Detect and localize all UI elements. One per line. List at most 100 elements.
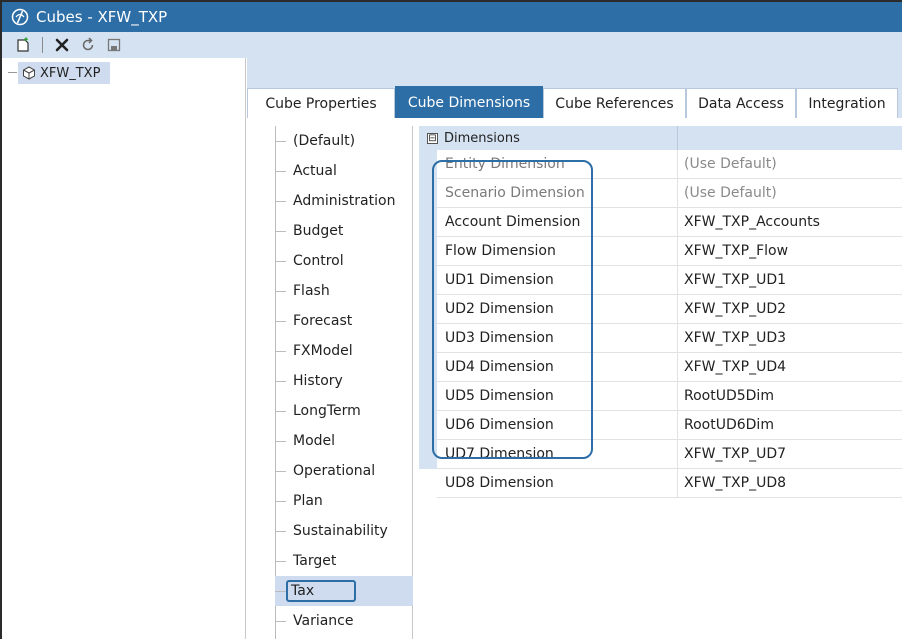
scenario-type-label: Target [293, 553, 337, 569]
grid-row-key: Scenario Dimension [445, 185, 585, 201]
grid-row[interactable]: UD7 Dimension XFW_TXP_UD7 [437, 439, 902, 469]
grid-indent-strip [419, 150, 437, 469]
tree-connector [275, 621, 286, 622]
tab-label: Data Access [698, 95, 784, 112]
scenario-type-item[interactable]: Tax [275, 576, 413, 606]
tree-connector [275, 441, 286, 442]
scenario-type-label: Plan [293, 493, 323, 509]
tree-connector [275, 351, 286, 352]
tree-item-cube[interactable]: XFW_TXP [8, 62, 111, 84]
tree-connector [275, 261, 286, 262]
scenario-type-label: Forecast [293, 313, 353, 329]
toolbar-separator [42, 37, 43, 53]
tree-connector [275, 531, 286, 532]
tree-connector [275, 141, 286, 142]
window-title: Cubes - XFW_TXP [36, 8, 168, 26]
scenario-type-item[interactable]: Model [275, 426, 413, 456]
grid-row[interactable]: Entity Dimension (Use Default) [437, 149, 902, 179]
scenario-type-label: Model [293, 433, 336, 449]
tab-cube-references[interactable]: Cube References [543, 88, 686, 118]
app-logo-icon [10, 7, 30, 27]
grid-row-key: UD7 Dimension [445, 446, 554, 462]
grid-row-value[interactable]: RootUD5Dim [677, 381, 902, 411]
scenario-type-label: (Default) [293, 133, 356, 149]
grid-row[interactable]: UD3 Dimension XFW_TXP_UD3 [437, 323, 902, 353]
grid-row[interactable]: UD6 Dimension RootUD6Dim [437, 410, 902, 440]
scenario-type-item[interactable]: FXModel [275, 336, 413, 366]
scenario-type-label: Variance [293, 613, 354, 629]
scenario-type-item[interactable]: Operational [275, 456, 413, 486]
save-icon[interactable] [103, 35, 125, 55]
scenario-type-item[interactable]: Administration [275, 186, 413, 216]
tree-connector [275, 501, 286, 502]
new-icon[interactable] [12, 35, 34, 55]
scenario-type-label: Sustainability [293, 523, 388, 539]
grid-row-key: UD8 Dimension [445, 475, 554, 491]
grid-row-value[interactable]: XFW_TXP_UD4 [677, 352, 902, 382]
grid-row-value[interactable]: (Use Default) [677, 178, 902, 208]
grid-row-value[interactable]: (Use Default) [677, 149, 902, 179]
grid-row-value[interactable]: XFW_TXP_UD1 [677, 265, 902, 295]
collapse-icon[interactable]: ⊟ [427, 132, 438, 144]
grid-row-key: Entity Dimension [445, 156, 565, 172]
tree-connector [275, 231, 286, 232]
scenario-type-item[interactable]: Forecast [275, 306, 413, 336]
tab-cube-properties[interactable]: Cube Properties [247, 88, 395, 118]
scenario-type-label: Budget [293, 223, 344, 239]
grid-row-value[interactable]: XFW_TXP_UD7 [677, 439, 902, 469]
tab-content: (Default) Actual Administration Budget Contr… [247, 118, 902, 639]
scenario-type-item[interactable]: Control [275, 246, 413, 276]
tab-integration[interactable]: Integration [796, 88, 898, 118]
scenario-type-label: History [293, 373, 343, 389]
scenario-type-item[interactable]: Sustainability [275, 516, 413, 546]
grid-row-key: UD1 Dimension [445, 272, 554, 288]
tree-connector [8, 72, 17, 73]
grid-row[interactable]: UD1 Dimension XFW_TXP_UD1 [437, 265, 902, 295]
scenario-type-item[interactable]: Flash [275, 276, 413, 306]
scenario-type-item[interactable]: History [275, 366, 413, 396]
tab-cube-dimensions[interactable]: Cube Dimensions [395, 86, 543, 118]
tab-label: Cube Dimensions [407, 94, 531, 111]
scenario-type-label: Actual [293, 163, 337, 179]
scenario-type-list: (Default) Actual Administration Budget Contr… [260, 126, 413, 639]
scenario-type-label: FXModel [293, 343, 353, 359]
scenario-type-item[interactable]: Actual [275, 156, 413, 186]
grid-row[interactable]: UD5 Dimension RootUD5Dim [437, 381, 902, 411]
tab-label: Cube References [555, 95, 674, 112]
scenario-type-label: Operational [293, 463, 376, 479]
grid-row-key: UD5 Dimension [445, 388, 554, 404]
scenario-type-item[interactable]: LongTerm [275, 396, 413, 426]
grid-row[interactable]: Account Dimension XFW_TXP_Accounts [437, 207, 902, 237]
grid-row[interactable]: Scenario Dimension (Use Default) [437, 178, 902, 208]
refresh-icon[interactable] [77, 35, 99, 55]
tree-connector [275, 201, 286, 202]
grid-row[interactable]: Flow Dimension XFW_TXP_Flow [437, 236, 902, 266]
tree-connector [275, 171, 286, 172]
grid-row-value[interactable]: XFW_TXP_UD8 [677, 468, 902, 498]
grid-row-value[interactable]: XFW_TXP_Flow [677, 236, 902, 266]
grid-row[interactable]: UD2 Dimension XFW_TXP_UD2 [437, 294, 902, 324]
tab-data-access[interactable]: Data Access [686, 88, 796, 118]
scenario-type-item[interactable]: Target [275, 546, 413, 576]
title-bar: Cubes - XFW_TXP [2, 2, 902, 32]
grid-row-key: Account Dimension [445, 214, 581, 230]
cube-tree-panel: XFW_TXP [2, 58, 246, 639]
scenario-type-item[interactable]: Variance [275, 606, 413, 636]
grid-row-key: UD6 Dimension [445, 417, 554, 433]
cube-icon [22, 66, 36, 80]
tree-connector [275, 411, 286, 412]
grid-row-value[interactable]: XFW_TXP_Accounts [677, 207, 902, 237]
grid-row-value[interactable]: RootUD6Dim [677, 410, 902, 440]
grid-group-header[interactable]: ⊟ Dimensions [419, 126, 902, 150]
scenario-type-item[interactable]: Budget [275, 216, 413, 246]
grid-row[interactable]: UD4 Dimension XFW_TXP_UD4 [437, 352, 902, 382]
cube-editor-panel: Cube Properties Cube Dimensions Cube Ref… [247, 58, 902, 639]
scenario-type-item[interactable]: Plan [275, 486, 413, 516]
tree-connector [275, 471, 286, 472]
grid-row[interactable]: UD8 Dimension XFW_TXP_UD8 [437, 468, 902, 498]
grid-row-value[interactable]: XFW_TXP_UD3 [677, 323, 902, 353]
delete-icon[interactable] [51, 35, 73, 55]
grid-row-value[interactable]: XFW_TXP_UD2 [677, 294, 902, 324]
scenario-type-item[interactable]: (Default) [275, 126, 413, 156]
tree-connector [275, 291, 286, 292]
